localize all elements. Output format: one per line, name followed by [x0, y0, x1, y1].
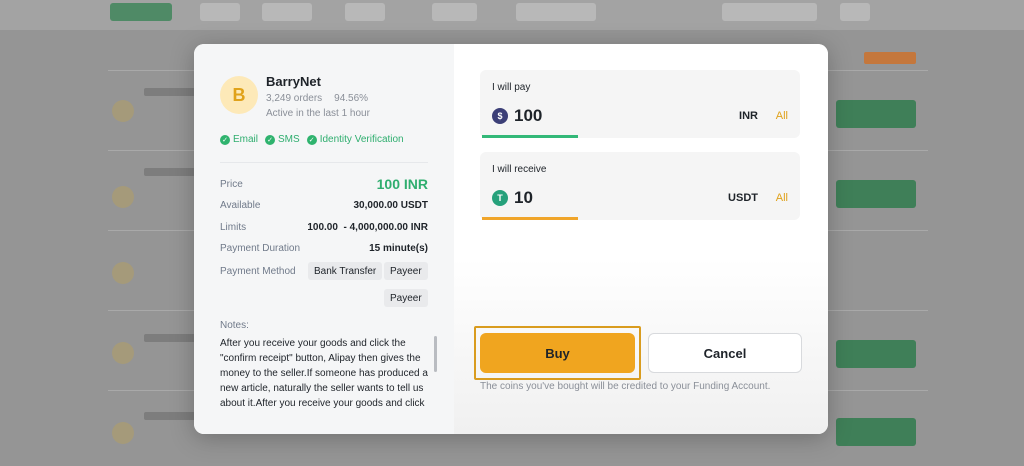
buy-button[interactable]: Buy: [480, 333, 635, 373]
check-icon: ✓: [220, 134, 230, 145]
notes-text: After you receive your goods and click t…: [220, 338, 428, 409]
duration-row: Payment Duration 15 minute(s): [220, 243, 428, 254]
verification-identity: ✓ Identity Verification: [306, 134, 404, 145]
price-label: Price: [220, 178, 243, 190]
duration-label: Payment Duration: [220, 243, 301, 254]
order-panel: I will pay $ 100 INR All I will receive …: [454, 44, 828, 434]
receive-all-button[interactable]: All: [776, 192, 788, 204]
usdt-coin-icon: T: [492, 190, 508, 206]
buy-modal: B BarryNet 3,249 orders 94.56% Active in …: [194, 44, 828, 434]
background-filter: [722, 3, 817, 21]
verification-label: Email: [233, 134, 259, 145]
pay-amount-input[interactable]: 100: [514, 106, 542, 126]
background-buy-button: [836, 418, 916, 446]
merchant-name[interactable]: BarryNet: [266, 74, 321, 89]
merchant-avatar: B: [220, 76, 258, 114]
receive-field[interactable]: I will receive T 10 USDT All: [480, 152, 800, 220]
merchant-completion-rate: 94.56%: [334, 93, 369, 104]
verification-label: Identity Verification: [319, 134, 404, 145]
available-label: Available: [220, 200, 261, 211]
verification-list: ✓ Email ✓ SMS ✓ Identity Verification: [220, 134, 404, 145]
background-avatar: [112, 186, 134, 208]
verification-label: SMS: [278, 134, 300, 145]
limits-min: 100.00: [307, 222, 338, 233]
background-avatar: [112, 262, 134, 284]
limits-label: Limits: [220, 222, 247, 233]
background-tab: [200, 3, 240, 21]
background-text: [144, 168, 196, 176]
inr-coin-icon: $: [492, 108, 508, 124]
pay-input-underline: [482, 135, 578, 138]
verification-email: ✓ Email: [220, 134, 258, 145]
receive-label: I will receive: [492, 164, 547, 175]
notes-scrollbar[interactable]: [434, 336, 437, 372]
background-text: [144, 334, 196, 342]
background-buy-button: [836, 100, 916, 128]
check-icon: ✓: [306, 134, 317, 145]
background-text: [144, 412, 196, 420]
merchant-active-status: Active in the last 1 hour: [266, 108, 370, 119]
background-filter: [262, 3, 312, 21]
pay-currency: INR: [739, 110, 758, 122]
background-avatar: [112, 100, 134, 122]
payment-method-label: Payment Method: [220, 266, 296, 277]
duration-value: 15 minute(s): [369, 243, 428, 254]
background-filter: [432, 3, 477, 21]
funding-account-note: The coins you've bought will be credited…: [480, 381, 771, 392]
background-filter: [840, 3, 870, 21]
price-row: Price 100 INR: [220, 176, 428, 192]
merchant-orders: 3,249 orders: [266, 93, 323, 104]
background-buy-button: [836, 340, 916, 368]
ad-details-panel: B BarryNet 3,249 orders 94.56% Active in …: [194, 44, 454, 434]
price-value: 100 INR: [376, 176, 428, 192]
background-avatar: [112, 422, 134, 444]
pay-label: I will pay: [492, 82, 531, 93]
divider: [220, 162, 428, 163]
background-text: [144, 88, 196, 96]
background-topbar: [0, 0, 1024, 30]
pay-field[interactable]: I will pay $ 100 INR All: [480, 70, 800, 138]
background-badge: [864, 52, 916, 64]
background-avatar: [112, 342, 134, 364]
background-filter: [516, 3, 596, 21]
receive-input-underline: [482, 217, 578, 220]
pay-all-button[interactable]: All: [776, 110, 788, 122]
notes-label: Notes:: [220, 320, 249, 331]
receive-amount-input[interactable]: 10: [514, 188, 533, 208]
check-icon: ✓: [265, 134, 276, 145]
merchant-stats: 3,249 orders 94.56%: [266, 93, 368, 104]
payment-method-tag: Payeer: [384, 289, 428, 307]
receive-currency: USDT: [728, 192, 758, 204]
background-tab: [110, 3, 172, 21]
limits-value: 100.00 - 4,000,000.00 INR: [307, 222, 428, 233]
verification-sms: ✓ SMS: [265, 134, 300, 145]
cancel-button[interactable]: Cancel: [648, 333, 802, 373]
background-buy-button: [836, 180, 916, 208]
payment-method-tag: Payeer: [384, 262, 428, 280]
available-value: 30,000.00 USDT: [353, 200, 429, 211]
available-row: Available 30,000.00 USDT: [220, 200, 428, 211]
payment-method-tag: Bank Transfer: [308, 262, 383, 280]
limits-max: - 4,000,000.00 INR: [343, 222, 429, 233]
background-filter: [345, 3, 385, 21]
limits-row: Limits 100.00 - 4,000,000.00 INR: [220, 222, 428, 233]
